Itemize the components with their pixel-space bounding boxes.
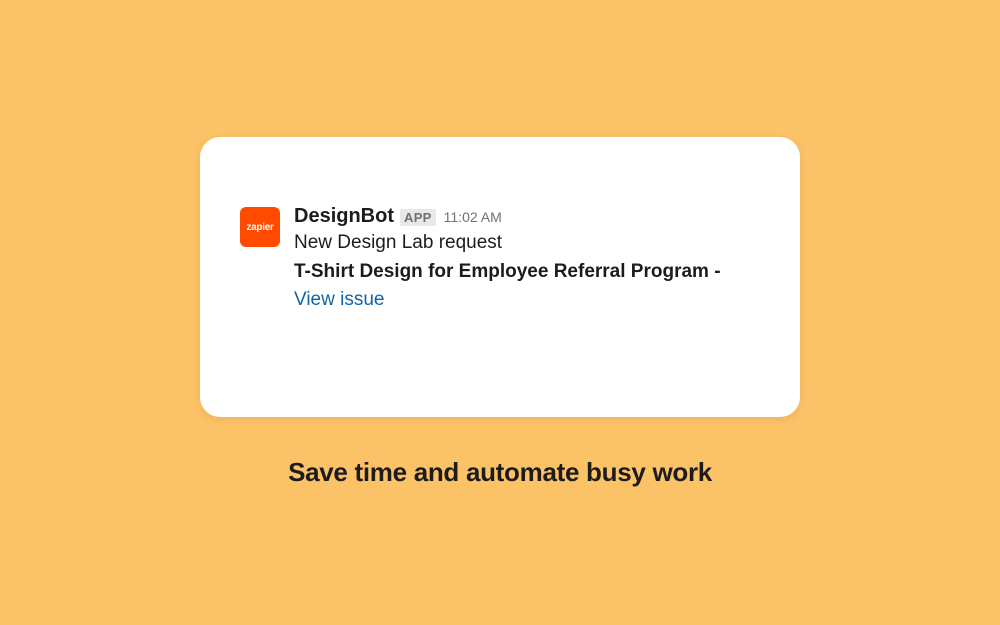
tagline: Save time and automate busy work bbox=[288, 457, 712, 488]
message-header: DesignBot APP 11:02 AM bbox=[294, 205, 760, 228]
message-content: DesignBot APP 11:02 AM New Design Lab re… bbox=[294, 205, 760, 314]
message-text: New Design Lab request bbox=[294, 230, 760, 257]
view-issue-link[interactable]: View issue bbox=[294, 287, 760, 314]
bot-name: DesignBot bbox=[294, 205, 394, 228]
bot-avatar: zapier bbox=[240, 207, 280, 247]
app-badge: APP bbox=[400, 209, 436, 226]
timestamp: 11:02 AM bbox=[444, 209, 502, 225]
message-card: zapier DesignBot APP 11:02 AM New Design… bbox=[200, 137, 800, 417]
message-title: T-Shirt Design for Employee Referral Pro… bbox=[294, 259, 760, 286]
avatar-label: zapier bbox=[246, 222, 273, 233]
